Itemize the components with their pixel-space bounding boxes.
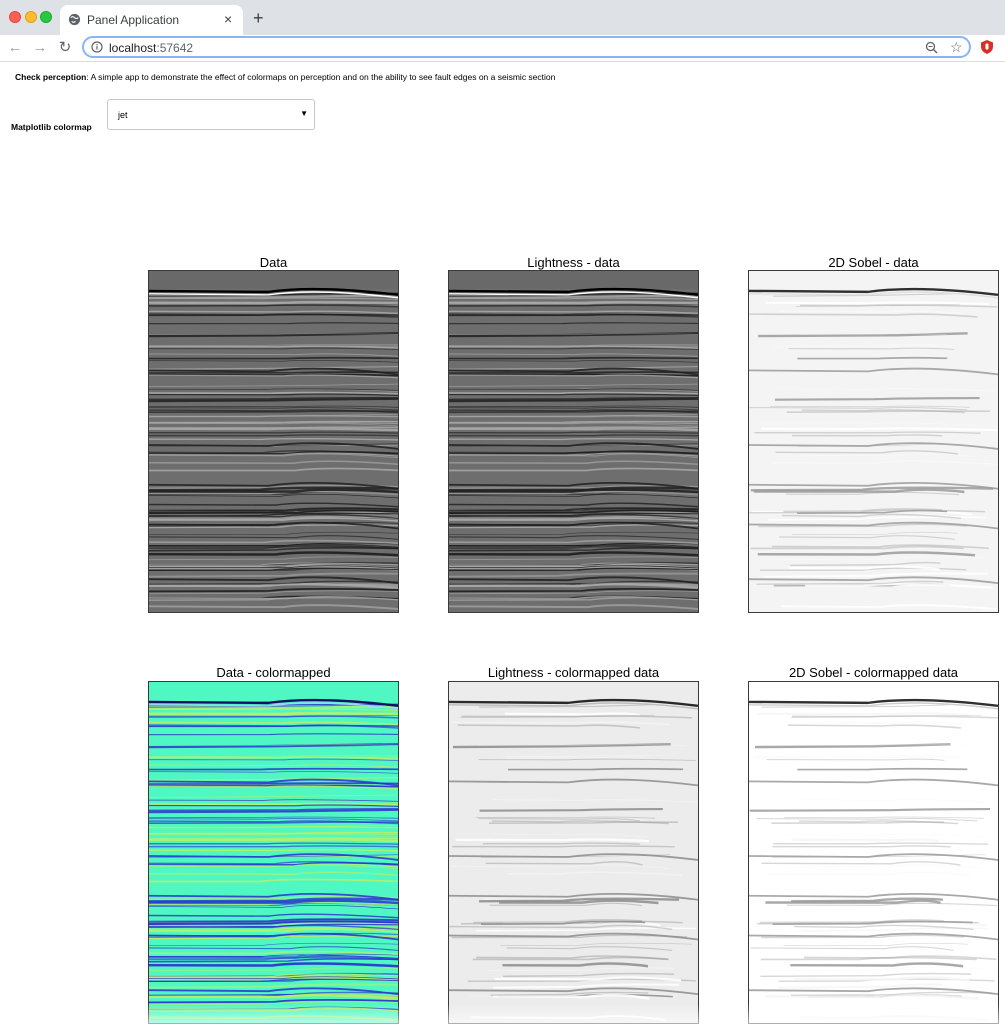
panel-title-lightness-data: Lightness - data — [527, 255, 620, 270]
browser-tab[interactable]: Panel Application × — [60, 5, 243, 35]
colormap-select-value: jet — [118, 110, 128, 120]
url-text: localhost:57642 — [109, 41, 194, 55]
panel-title-data-colormapped: Data - colormapped — [216, 665, 331, 680]
chevron-down-icon: ▼ — [300, 109, 308, 118]
new-tab-button[interactable]: + — [253, 9, 264, 27]
bookmark-star-icon[interactable]: ☆ — [950, 39, 963, 55]
colormap-label: Matplotlib colormap — [11, 122, 92, 132]
seismic-image — [749, 682, 998, 1023]
panel-title-lightness-colormapped: Lightness - colormapped data — [487, 665, 660, 680]
toolbar-divider — [0, 61, 1005, 62]
panel-lightness-data — [448, 270, 699, 613]
seismic-image — [449, 271, 698, 612]
seismic-image — [449, 682, 698, 1023]
panel-sobel-colormapped — [748, 681, 999, 1024]
panel-title-sobel-colormapped: 2D Sobel - colormapped data — [788, 665, 959, 680]
panel-sobel-data — [748, 270, 999, 613]
reload-button[interactable]: ↻ — [55, 38, 75, 58]
panel-data — [148, 270, 399, 613]
minimize-window-icon[interactable] — [25, 11, 37, 23]
info-icon[interactable] — [91, 41, 103, 53]
forward-button[interactable]: → — [30, 38, 50, 58]
browser-tabstrip: Panel Application × + — [0, 0, 1005, 35]
back-button[interactable]: ← — [5, 38, 25, 58]
colormap-select[interactable]: jet ▼ — [107, 99, 315, 130]
close-tab-button[interactable]: × — [224, 12, 232, 26]
seismic-image — [749, 271, 998, 612]
zoom-icon[interactable] — [925, 41, 938, 54]
seismic-image — [149, 682, 398, 1023]
extension-icon[interactable] — [979, 39, 995, 55]
panel-title-sobel-data: 2D Sobel - data — [828, 255, 919, 270]
browser-toolbar: ← → ↻ localhost:57642 ☆ — [0, 35, 1005, 61]
panel-title-data: Data — [259, 255, 288, 270]
panel-lightness-colormapped — [448, 681, 699, 1024]
globe-icon — [68, 13, 81, 26]
seismic-image — [149, 271, 398, 612]
address-bar[interactable]: localhost:57642 ☆ — [82, 36, 971, 58]
app-description: Check perception: A simple app to demons… — [15, 72, 556, 82]
panel-data-colormapped — [148, 681, 399, 1024]
tab-title: Panel Application — [87, 13, 180, 27]
maximize-window-icon[interactable] — [40, 11, 52, 23]
close-window-icon[interactable] — [9, 11, 21, 23]
